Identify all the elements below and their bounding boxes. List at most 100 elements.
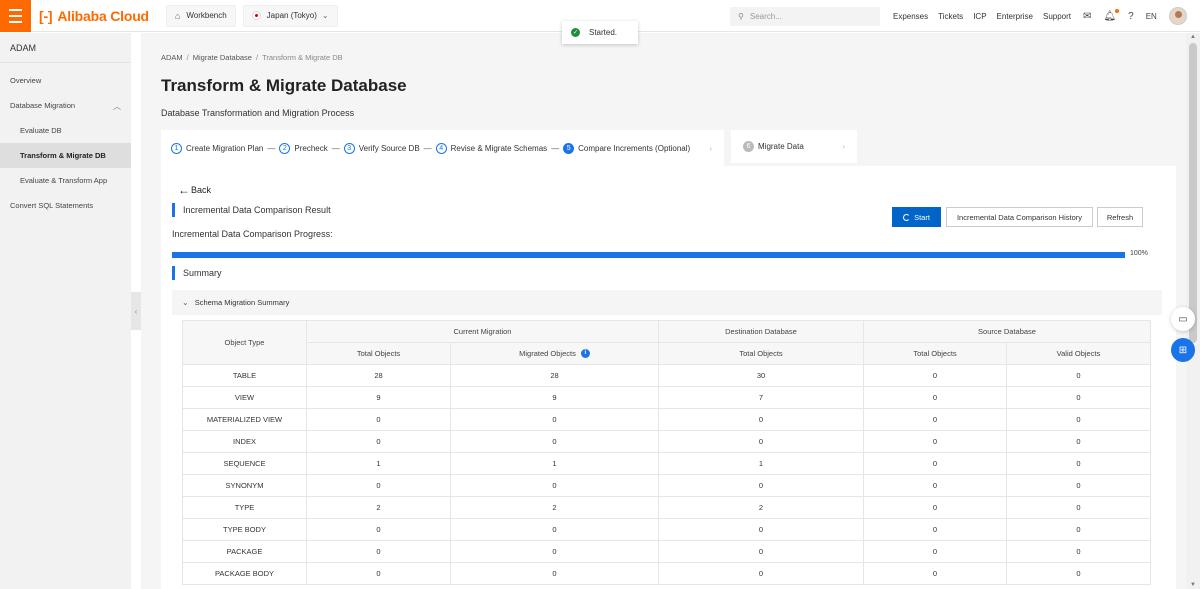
sidebar-item-evaluate-db[interactable]: Evaluate DB [0, 118, 131, 143]
chevron-right-icon: › [709, 143, 712, 153]
header-valid-objects: Valid Objects [1006, 342, 1151, 365]
breadcrumb-item[interactable]: ADAM [161, 53, 183, 62]
link-icp[interactable]: ICP [973, 12, 986, 21]
workbench-button[interactable]: ⌂ Workbench [165, 4, 236, 27]
chevron-down-icon: ⌄ [182, 298, 189, 307]
count-cell: 1 [306, 452, 451, 475]
language-switch[interactable]: EN [1146, 12, 1157, 21]
sidebar-item-overview[interactable]: Overview [0, 68, 131, 93]
table-row: PACKAGE 0 0 0 0 0 [182, 540, 1151, 563]
link-tickets[interactable]: Tickets [938, 12, 963, 21]
table-row: SYNONYM 0 0 0 0 0 [182, 474, 1151, 497]
count-cell: 0 [863, 540, 1007, 563]
count-cell: 0 [306, 474, 451, 497]
step-1[interactable]: 1 Create Migration Plan [171, 142, 263, 154]
sidebar-item-database-migration[interactable]: Database Migration ︿ [0, 93, 131, 118]
hamburger-menu-button[interactable] [0, 0, 31, 32]
count-cell: 0 [863, 430, 1007, 453]
object-type-cell: SEQUENCE [182, 452, 307, 475]
count-cell: 0 [863, 408, 1007, 431]
schema-summary-collapse[interactable]: ⌄ Schema Migration Summary [172, 290, 1162, 315]
brand-logo[interactable]: [-] Alibaba Cloud [39, 8, 149, 24]
toast-text: Started. [589, 28, 618, 37]
count-cell: 2 [658, 496, 864, 519]
breadcrumb-item[interactable]: Migrate Database [193, 53, 252, 62]
step-4[interactable]: 4 Revise & Migrate Schemas [435, 142, 548, 154]
sidebar-item-evaluate-transform-app[interactable]: Evaluate & Transform App [0, 168, 131, 193]
top-links: Expenses Tickets ICP Enterprise Support … [893, 0, 1187, 32]
object-type-cell: INDEX [182, 430, 307, 453]
step-label: Compare Increments (Optional) [578, 143, 691, 153]
step-number: 5 [563, 142, 575, 154]
step-connector: — [423, 143, 432, 153]
start-button[interactable]: Start [892, 207, 941, 227]
sidebar-item-label: Evaluate & Transform App [20, 176, 108, 185]
breadcrumb-separator: / [186, 53, 189, 62]
count-cell: 1 [658, 452, 864, 475]
count-cell: 0 [1006, 518, 1151, 541]
count-cell: 0 [658, 540, 864, 563]
success-check-icon: ✓ [571, 28, 580, 37]
loading-spinner-icon [903, 213, 911, 221]
region-selector[interactable]: Japan (Tokyo) ⌄ [242, 4, 338, 27]
count-cell: 0 [450, 408, 659, 431]
help-icon[interactable]: ? [1128, 11, 1134, 22]
bell-icon[interactable]: 🔔︎ [1103, 8, 1120, 22]
step-5[interactable]: 5 Compare Increments (Optional) [563, 142, 691, 154]
count-cell: 30 [658, 364, 864, 387]
comparison-history-button[interactable]: Incremental Data Comparison History [946, 207, 1093, 227]
sidebar-item-label: Transform & Migrate DB [20, 151, 106, 160]
home-icon: ⌂ [174, 10, 181, 21]
summary-table-body: TABLE 28 28 30 0 0 VIEW 9 9 7 0 0 MATERIALIZED VIEW 0… [182, 364, 1151, 585]
japan-flag-icon [251, 11, 261, 20]
table-row: PACKAGE BODY 0 0 0 0 0 [182, 562, 1151, 585]
object-type-cell: TYPE [182, 496, 307, 519]
link-support[interactable]: Support [1043, 12, 1071, 21]
table-row: TYPE 2 2 2 0 0 [182, 496, 1151, 519]
arrow-left-icon: ← [178, 183, 190, 197]
header-object-type: Object Type [182, 320, 307, 365]
step-connector: — [551, 143, 560, 153]
count-cell: 0 [1006, 408, 1151, 431]
avatar[interactable] [1168, 7, 1187, 25]
scroll-up-icon[interactable]: ▲ [1190, 34, 1196, 40]
step-3[interactable]: 3 Verify Source DB [343, 142, 420, 154]
sidebar-item-label: Convert SQL Statements [10, 201, 94, 210]
step-number: 2 [279, 142, 291, 154]
apps-grid-icon[interactable]: ⊞ [1171, 338, 1195, 362]
table-row: TYPE BODY 0 0 0 0 0 [182, 518, 1151, 541]
info-icon[interactable]: i [580, 349, 590, 359]
refresh-button[interactable]: Refresh [1097, 207, 1143, 227]
count-cell: 28 [450, 364, 659, 387]
scrollbar-thumb[interactable] [1189, 43, 1197, 343]
breadcrumb-current: Transform & Migrate DB [262, 53, 343, 62]
count-cell: 0 [306, 562, 451, 585]
step-label: Revise & Migrate Schemas [450, 143, 548, 153]
count-cell: 0 [658, 430, 864, 453]
progress-bar [172, 252, 1125, 258]
sidebar-collapse-handle[interactable]: ‹ [131, 292, 141, 330]
step-number: 1 [171, 142, 182, 154]
message-icon[interactable]: ✉ [1083, 11, 1091, 22]
link-expenses[interactable]: Expenses [893, 12, 928, 21]
sidebar-item-transform-migrate-db[interactable]: Transform & Migrate DB [0, 143, 131, 168]
object-type-cell: VIEW [182, 386, 307, 409]
object-type-cell: SYNONYM [182, 474, 307, 497]
step-2[interactable]: 2 Precheck [279, 142, 328, 154]
link-enterprise[interactable]: Enterprise [997, 12, 1033, 21]
toast-notification: ✓ Started. [562, 21, 638, 44]
header-migrated-objects: Migrated Objects i [450, 342, 659, 365]
search-input[interactable]: ⚲ Search... [730, 7, 880, 26]
scroll-down-icon[interactable]: ▼ [1190, 582, 1196, 588]
sidebar-item-convert-sql[interactable]: Convert SQL Statements [0, 193, 131, 218]
object-type-cell: PACKAGE [182, 540, 307, 563]
step-6[interactable]: 6 Migrate Data › [731, 130, 857, 163]
sidebar-item-label: Database Migration [10, 101, 76, 110]
step-connector: — [267, 143, 276, 153]
step-label: Verify Source DB [358, 143, 420, 153]
chat-icon[interactable]: ▭ [1171, 307, 1195, 331]
count-cell: 1 [450, 452, 659, 475]
object-type-cell: TABLE [182, 364, 307, 387]
sidebar-item-label: Overview [10, 76, 42, 85]
back-link[interactable]: ← Back [178, 183, 211, 197]
